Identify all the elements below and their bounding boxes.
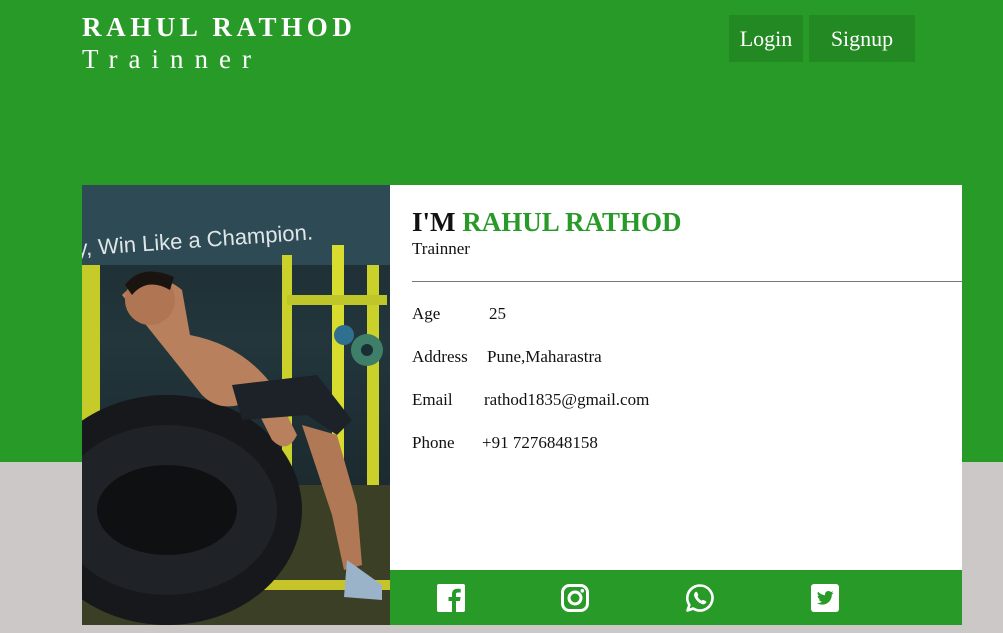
profile-card: y, Win Like a Champion. I'M RAHUL RATHOD…: [82, 185, 962, 625]
detail-value: rathod1835@gmail.com: [484, 390, 650, 409]
detail-row-address: Address Pune,Maharastra: [412, 347, 602, 367]
profile-photo: y, Win Like a Champion.: [82, 185, 390, 625]
detail-label: Email: [412, 390, 453, 409]
whatsapp-icon[interactable]: [685, 583, 715, 613]
brand-name: RAHUL RATHOD: [82, 12, 357, 42]
profile-info: I'M RAHUL RATHOD Trainner Age 25 Address P…: [390, 185, 962, 570]
detail-row-phone: Phone +91 7276848158: [412, 433, 598, 453]
detail-value: +91 7276848158: [482, 433, 598, 452]
profile-headline: I'M RAHUL RATHOD: [412, 207, 682, 238]
brand: RAHUL RATHOD Trainner: [82, 12, 356, 76]
detail-row-email: Email rathod1835@gmail.com: [412, 390, 649, 410]
divider: [412, 281, 962, 282]
detail-row-age: Age 25: [412, 304, 506, 324]
detail-value: 25: [489, 304, 506, 323]
greeting: I'M: [412, 207, 456, 237]
facebook-icon[interactable]: [436, 583, 466, 613]
detail-label: Address: [412, 347, 468, 366]
twitter-icon[interactable]: [810, 583, 840, 613]
signup-button[interactable]: Signup: [809, 15, 915, 62]
login-button[interactable]: Login: [729, 15, 803, 62]
instagram-icon[interactable]: [560, 583, 590, 613]
profile-name: RAHUL RATHOD: [462, 207, 682, 237]
detail-value: Pune,Maharastra: [487, 347, 602, 366]
brand-subtitle: Trainner: [82, 44, 262, 74]
detail-label: Phone: [412, 433, 455, 452]
detail-label: Age: [412, 304, 441, 323]
social-bar: [390, 570, 962, 625]
profile-role: Trainner: [412, 239, 470, 258]
